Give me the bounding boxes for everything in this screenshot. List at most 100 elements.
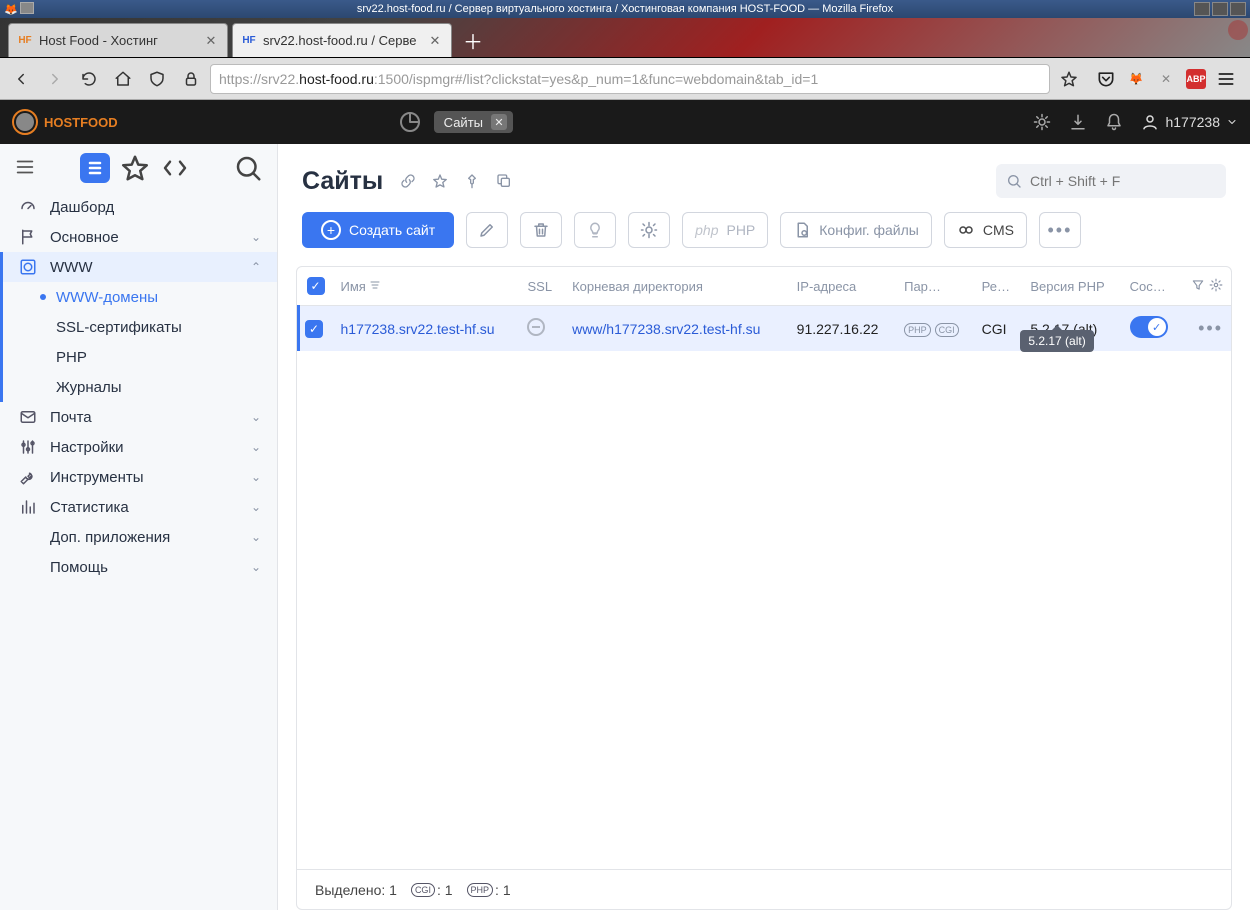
user-menu[interactable]: h177238 bbox=[1141, 113, 1238, 131]
url-input[interactable]: https://srv22. host-food.ru :1500/ispmgr… bbox=[210, 64, 1050, 94]
browser-extensions: 🦊 ✕ ABP bbox=[1088, 69, 1244, 89]
edit-button[interactable] bbox=[466, 212, 508, 248]
app-tab-close-icon[interactable]: ✕ bbox=[491, 114, 507, 130]
col-name[interactable]: Имя bbox=[333, 267, 520, 306]
lock-icon[interactable] bbox=[176, 64, 206, 94]
app-tab-label: Сайты bbox=[444, 115, 483, 130]
sidebar-www-logs[interactable]: Журналы bbox=[0, 372, 277, 402]
sidebar-mail[interactable]: Почта ⌄ bbox=[0, 402, 277, 432]
window-maximize[interactable] bbox=[1212, 2, 1228, 16]
sidebar-toggle-icon[interactable] bbox=[14, 156, 36, 181]
sidebar-www-domains[interactable]: WWW-домены bbox=[0, 282, 277, 312]
bulb-button[interactable] bbox=[574, 212, 616, 248]
cms-button[interactable]: CMS bbox=[944, 212, 1027, 248]
php-button[interactable]: php PHP bbox=[682, 212, 768, 248]
sidebar-fav-icon[interactable] bbox=[120, 153, 150, 183]
sidebar: Дашборд Основное ⌄ WWW ⌃ WWW-домены SSL-… bbox=[0, 144, 278, 910]
nav-forward-button[interactable] bbox=[40, 64, 70, 94]
sidebar-view-list-icon[interactable] bbox=[80, 153, 110, 183]
sidebar-dashboard[interactable]: Дашборд bbox=[0, 192, 277, 222]
sidebar-search-icon[interactable] bbox=[233, 153, 263, 183]
sidebar-item-label: Инструменты bbox=[50, 469, 144, 486]
col-php[interactable]: Версия PHP bbox=[1022, 267, 1121, 306]
sidebar-settings[interactable]: Настройки ⌄ bbox=[0, 432, 277, 462]
browser-tab-2[interactable]: HF srv22.host-food.ru / Серве ✕ bbox=[232, 23, 452, 57]
abp-icon[interactable]: ABP bbox=[1186, 69, 1206, 89]
browser-tab-1[interactable]: HF Host Food - Хостинг ✕ bbox=[8, 23, 228, 57]
sidebar-www-ssl[interactable]: SSL-сертификаты bbox=[0, 312, 277, 342]
window-minimize[interactable] bbox=[1194, 2, 1210, 16]
nav-reload-button[interactable] bbox=[74, 64, 104, 94]
state-toggle[interactable] bbox=[1130, 316, 1168, 338]
bookmark-star-icon[interactable] bbox=[1054, 64, 1084, 94]
app-logo[interactable]: HOSTFOOD bbox=[12, 109, 118, 135]
plus-icon: + bbox=[321, 220, 341, 240]
create-site-button[interactable]: + Создать сайт bbox=[302, 212, 454, 248]
browser-menu-icon[interactable] bbox=[1216, 69, 1236, 89]
row-name[interactable]: h177238.srv22.test-hf.su bbox=[333, 306, 520, 352]
sidebar-item-label: Почта bbox=[50, 409, 92, 426]
app-tab-sites[interactable]: Сайты ✕ bbox=[434, 111, 513, 133]
col-state[interactable]: Сос… bbox=[1122, 267, 1181, 306]
row-actions-icon[interactable]: ••• bbox=[1198, 318, 1223, 338]
sidebar-stats[interactable]: Статистика ⌄ bbox=[0, 492, 277, 522]
search-icon bbox=[1006, 173, 1022, 189]
delete-button[interactable] bbox=[520, 212, 562, 248]
sidebar-www-php[interactable]: PHP bbox=[0, 342, 277, 372]
copy-icon[interactable] bbox=[495, 172, 513, 190]
row-ip: 91.227.16.22 bbox=[789, 306, 896, 352]
row-checkbox[interactable]: ✓ bbox=[305, 320, 323, 338]
ext-fox-icon[interactable]: 🦊 bbox=[1126, 69, 1146, 89]
bell-icon[interactable] bbox=[1105, 113, 1123, 131]
theme-toggle-icon[interactable] bbox=[1033, 113, 1051, 131]
sidebar-addons[interactable]: Доп. приложения ⌄ bbox=[0, 522, 277, 552]
more-button[interactable]: ••• bbox=[1039, 212, 1081, 248]
tab-close-icon[interactable]: ✕ bbox=[427, 33, 443, 49]
ext-cross-icon[interactable]: ✕ bbox=[1156, 69, 1176, 89]
chart-icon bbox=[18, 498, 38, 516]
col-ssl[interactable]: SSL bbox=[519, 267, 564, 306]
window-close[interactable] bbox=[1230, 2, 1246, 16]
browser-tab-label: srv22.host-food.ru / Серве bbox=[263, 33, 427, 48]
stats-pie-icon[interactable] bbox=[398, 110, 422, 134]
btn-label: CMS bbox=[983, 222, 1014, 238]
cgi-badge-icon: CGI bbox=[935, 323, 959, 337]
sidebar-help[interactable]: Помощь ⌄ bbox=[0, 552, 277, 582]
columns-gear-icon[interactable] bbox=[1209, 280, 1223, 295]
btn-label: Конфиг. файлы bbox=[819, 222, 919, 238]
sidebar-item-label: Помощь bbox=[50, 559, 108, 576]
col-root[interactable]: Корневая директория bbox=[564, 267, 789, 306]
filter-icon[interactable] bbox=[1191, 280, 1205, 295]
os-window-title: srv22.host-food.ru / Сервер виртуального… bbox=[357, 3, 893, 15]
php-count: : 1 bbox=[495, 882, 511, 898]
php-badge-icon: PHP bbox=[904, 323, 931, 337]
new-tab-button[interactable]: ＋ bbox=[456, 23, 490, 57]
search-box[interactable] bbox=[996, 164, 1226, 198]
chevron-down-icon: ⌄ bbox=[249, 230, 263, 244]
col-ip[interactable]: IP-адреса bbox=[789, 267, 896, 306]
sites-table: ✓ Имя SSL Корневая директория IP-адреса … bbox=[296, 266, 1232, 910]
table-row[interactable]: ✓ h177238.srv22.test-hf.su www/h177238.s… bbox=[299, 306, 1232, 352]
download-icon[interactable] bbox=[1069, 113, 1087, 131]
pin-icon[interactable] bbox=[463, 172, 481, 190]
row-root[interactable]: www/h177238.srv22.test-hf.su bbox=[564, 306, 789, 352]
col-mode[interactable]: Ре… bbox=[974, 267, 1023, 306]
pocket-icon[interactable] bbox=[1096, 69, 1116, 89]
config-files-button[interactable]: Конфиг. файлы bbox=[780, 212, 932, 248]
antivirus-button[interactable] bbox=[628, 212, 670, 248]
link-icon[interactable] bbox=[399, 172, 417, 190]
sidebar-www[interactable]: WWW ⌃ bbox=[0, 252, 277, 282]
search-input[interactable] bbox=[1030, 173, 1216, 189]
sidebar-tools[interactable]: Инструменты ⌄ bbox=[0, 462, 277, 492]
tools-icon bbox=[18, 468, 38, 486]
star-outline-icon[interactable] bbox=[431, 172, 449, 190]
col-params[interactable]: Пар… bbox=[896, 267, 974, 306]
sidebar-main[interactable]: Основное ⌄ bbox=[0, 222, 277, 252]
favicon: HF bbox=[241, 33, 257, 49]
nav-back-button[interactable] bbox=[6, 64, 36, 94]
tracking-shield-icon[interactable] bbox=[142, 64, 172, 94]
sidebar-settings-icon[interactable] bbox=[160, 153, 190, 183]
tab-close-icon[interactable]: ✕ bbox=[203, 33, 219, 49]
nav-home-button[interactable] bbox=[108, 64, 138, 94]
select-all-checkbox[interactable]: ✓ bbox=[307, 277, 325, 295]
